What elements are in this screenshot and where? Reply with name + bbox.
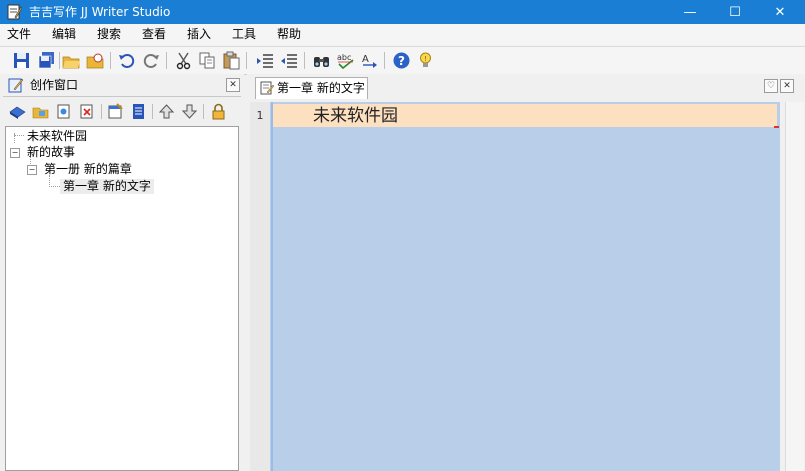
menu-bar: 文件 编辑 搜索 查看 插入 工具 帮助 bbox=[0, 24, 805, 45]
menu-search[interactable]: 搜索 bbox=[97, 27, 121, 42]
redo-icon[interactable] bbox=[142, 51, 161, 70]
tab-label: 第一章 新的文字 bbox=[277, 81, 365, 95]
help-icon[interactable]: ? bbox=[392, 51, 411, 70]
tip-bulb-icon[interactable]: ! bbox=[416, 51, 435, 70]
editor-panel: 第一章 新的文字 ♡ ✕ 1 未来软件园 bbox=[247, 74, 805, 471]
text-caret bbox=[774, 126, 779, 128]
panel-close-icon[interactable]: ✕ bbox=[226, 78, 240, 92]
outdent-icon[interactable] bbox=[280, 51, 299, 70]
collapse-toggle[interactable]: − bbox=[27, 165, 37, 175]
move-down-icon[interactable] bbox=[181, 103, 198, 120]
title-bar: 吉吉写作 JJ Writer Studio — ☐ ✕ bbox=[0, 0, 805, 24]
indent-icon[interactable] bbox=[256, 51, 275, 70]
minimize-button[interactable]: — bbox=[667, 0, 713, 24]
lock-icon[interactable] bbox=[210, 103, 227, 120]
menu-view[interactable]: 查看 bbox=[142, 27, 166, 42]
panel-title: 创作窗口 bbox=[30, 78, 79, 92]
find-binoculars-icon[interactable] bbox=[312, 51, 331, 70]
properties-icon[interactable] bbox=[107, 103, 124, 120]
tree-item-story[interactable]: 新的故事 bbox=[27, 145, 75, 160]
menu-help[interactable]: 帮助 bbox=[277, 27, 301, 42]
paste-icon[interactable] bbox=[222, 51, 241, 70]
tab-list-icon[interactable]: ♡ bbox=[764, 79, 778, 93]
svg-text:A: A bbox=[362, 54, 369, 65]
new-chapter-icon[interactable] bbox=[55, 103, 72, 120]
svg-text:?: ? bbox=[398, 54, 405, 68]
story-tree: 未来软件园 − 新的故事 − 第一册 新的篇章 第一章 新的文字 bbox=[5, 126, 239, 471]
text-editor[interactable]: 1 未来软件园 bbox=[250, 102, 780, 471]
open-recent-icon[interactable] bbox=[86, 51, 105, 70]
editor-line-text[interactable]: 未来软件园 bbox=[313, 106, 398, 126]
cut-icon[interactable] bbox=[174, 51, 193, 70]
document-edit-icon bbox=[260, 81, 274, 95]
tree-item-chapter[interactable]: 第一章 新的文字 bbox=[60, 179, 154, 194]
menu-tools[interactable]: 工具 bbox=[232, 27, 256, 42]
tree-item-root[interactable]: 未来软件园 bbox=[27, 129, 87, 144]
svg-text:!: ! bbox=[424, 55, 427, 63]
open-folder-icon[interactable] bbox=[62, 51, 81, 70]
line-number-gutter: 1 bbox=[250, 102, 270, 471]
panel-toolbar bbox=[3, 100, 241, 124]
tree-item-volume[interactable]: 第一册 新的篇章 bbox=[44, 162, 132, 177]
svg-text:abc: abc bbox=[337, 53, 351, 62]
creation-window-panel: 创作窗口 ✕ 未来软件园 − 新的故事 − 第一册 新的篇章 第一章 新的文字 bbox=[0, 74, 244, 471]
maximize-button[interactable]: ☐ bbox=[712, 0, 758, 24]
delete-node-icon[interactable] bbox=[78, 103, 95, 120]
panel-header: 创作窗口 ✕ bbox=[3, 74, 241, 97]
replace-icon[interactable]: A bbox=[360, 51, 379, 70]
gutter-divider bbox=[271, 102, 273, 471]
creation-window-icon bbox=[8, 78, 24, 93]
move-up-icon[interactable] bbox=[158, 103, 175, 120]
close-button[interactable]: ✕ bbox=[757, 0, 803, 24]
undo-icon[interactable] bbox=[117, 51, 136, 70]
new-volume-icon[interactable] bbox=[32, 103, 49, 120]
vertical-scrollbar[interactable] bbox=[785, 102, 804, 471]
save-icon[interactable] bbox=[12, 51, 31, 70]
main-toolbar: abc A ? ! bbox=[0, 46, 805, 75]
save-all-icon[interactable] bbox=[37, 51, 56, 70]
new-book-icon[interactable] bbox=[9, 103, 26, 120]
line-number: 1 bbox=[256, 109, 264, 122]
tab-chapter-one[interactable]: 第一章 新的文字 bbox=[255, 77, 368, 99]
document-icon[interactable] bbox=[130, 103, 147, 120]
spellcheck-icon[interactable]: abc bbox=[336, 51, 355, 70]
window-title: 吉吉写作 JJ Writer Studio bbox=[29, 5, 171, 19]
menu-insert[interactable]: 插入 bbox=[187, 27, 211, 42]
copy-icon[interactable] bbox=[198, 51, 217, 70]
menu-file[interactable]: 文件 bbox=[7, 27, 31, 42]
menu-edit[interactable]: 编辑 bbox=[52, 27, 76, 42]
collapse-toggle[interactable]: − bbox=[10, 148, 20, 158]
app-notepad-icon bbox=[7, 4, 22, 20]
tab-close-icon[interactable]: ✕ bbox=[780, 79, 794, 93]
